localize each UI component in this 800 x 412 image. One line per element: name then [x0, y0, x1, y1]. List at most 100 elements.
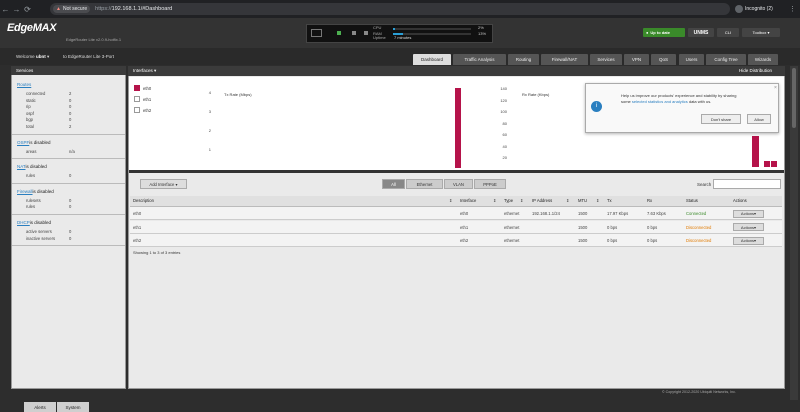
- welcome-user[interactable]: Welcome ubnt ▾: [16, 54, 49, 60]
- tab-firewall-nat[interactable]: Firewall/NAT: [541, 54, 588, 65]
- legend-eth1[interactable]: eth1: [134, 96, 151, 102]
- ospf-status: is disabled: [29, 139, 51, 145]
- browser-menu-icon[interactable]: ⋮: [789, 5, 796, 13]
- actions-button[interactable]: Actions ▾: [733, 223, 764, 231]
- cell-rx: 7.63 Kbps: [647, 211, 666, 216]
- routes-stat-label: connected: [26, 91, 46, 96]
- cell-tx: 0 bps: [607, 238, 618, 243]
- cell-rx: 0 bps: [647, 238, 658, 243]
- firewall-link[interactable]: Firewall: [17, 189, 33, 194]
- url-text[interactable]: https://192.168.1.1/#Dashboard: [95, 6, 172, 12]
- tab-config-tree[interactable]: Config Tree: [706, 54, 746, 65]
- sort-icon[interactable]: ⇕: [449, 198, 453, 203]
- cell-description: eth2: [133, 238, 142, 243]
- section-divider: [12, 182, 125, 184]
- section-divider: [12, 214, 125, 215]
- column-header[interactable]: Type: [504, 198, 513, 203]
- sort-icon[interactable]: ⇕: [493, 198, 497, 203]
- analytics-link[interactable]: selected statistics and analytics: [632, 99, 688, 104]
- legend-eth0[interactable]: eth0: [134, 85, 151, 91]
- tab-wizards[interactable]: Wizards: [748, 54, 778, 65]
- dhcp-link[interactable]: DHCP: [17, 220, 30, 225]
- routes-stat-value: 0: [69, 97, 72, 103]
- filter-all[interactable]: All: [382, 179, 405, 189]
- actions-button[interactable]: Actions ▾: [733, 209, 764, 218]
- tx-tick: 4: [208, 90, 211, 95]
- column-header[interactable]: Rx: [647, 198, 652, 203]
- allow-button[interactable]: Allow: [747, 114, 771, 124]
- filter-ethernet[interactable]: Ethernet: [406, 179, 443, 189]
- column-header[interactable]: Description: [133, 198, 154, 203]
- tab-vpn[interactable]: VPN: [624, 54, 649, 65]
- dhcp-stat-value: 0: [69, 229, 72, 234]
- rx-bar-eth0: [752, 136, 759, 167]
- cell-mtu: 1500: [578, 238, 588, 243]
- forward-icon[interactable]: →: [11, 5, 22, 14]
- ram-value: 13%: [478, 31, 487, 36]
- chevron-down-icon: ▾: [754, 224, 757, 230]
- column-header[interactable]: Tx: [607, 198, 612, 203]
- panel-divider[interactable]: [129, 170, 784, 173]
- dont-share-button[interactable]: Don't share: [701, 114, 741, 124]
- tab-traffic-analysis[interactable]: Traffic Analysis: [453, 54, 506, 65]
- ospf-stat-value: n/a: [69, 148, 75, 154]
- table-row: [130, 207, 782, 220]
- legend-swatch: [134, 96, 140, 102]
- interfaces-dropdown[interactable]: Interfaces ▾: [133, 68, 156, 74]
- url-scheme: https://: [95, 6, 112, 12]
- hide-distribution-link[interactable]: Hide Distribution: [739, 68, 772, 73]
- add-interface-button[interactable]: Add Interface ▾: [140, 179, 187, 189]
- column-header[interactable]: MTU: [578, 198, 587, 203]
- column-header[interactable]: Interface: [460, 198, 476, 203]
- ospf-link[interactable]: OSPF: [17, 140, 29, 145]
- actions-button[interactable]: Actions ▾: [733, 236, 764, 245]
- rx-tick: 40: [502, 143, 507, 149]
- back-icon[interactable]: ←: [0, 5, 11, 14]
- column-header[interactable]: Actions: [733, 198, 747, 203]
- legend-eth2[interactable]: eth2: [134, 107, 151, 113]
- tab-users[interactable]: Users: [679, 54, 704, 65]
- bottom-tab-alerts[interactable]: Alerts: [24, 402, 56, 412]
- tab-services[interactable]: Services: [590, 54, 622, 65]
- cell-type: ethernet: [504, 238, 520, 243]
- sort-icon[interactable]: ⇕: [596, 198, 600, 203]
- bottom-tab-system[interactable]: System: [57, 402, 89, 412]
- scrollbar[interactable]: [790, 66, 798, 400]
- section-firewall: Firewallis disabled: [17, 189, 54, 194]
- chevron-down-icon: ▾: [754, 238, 757, 243]
- cell-status: Connected: [686, 211, 707, 216]
- filter-vlan[interactable]: VLAN: [444, 179, 473, 189]
- cell-mtu: 1500: [578, 211, 588, 216]
- firewall-stat-label: rulesets: [26, 197, 41, 203]
- tab-qos[interactable]: QoS: [651, 54, 676, 65]
- routes-link[interactable]: Routes: [17, 82, 31, 87]
- toolbox-button[interactable]: Toolbox ▾: [742, 28, 780, 37]
- filter-pppoe[interactable]: PPPoE: [474, 179, 506, 189]
- welcome-label: Welcome: [16, 54, 35, 59]
- address-bar[interactable]: ▲ Not secure https://192.168.1.1/#Dashboa…: [50, 3, 730, 15]
- sort-icon[interactable]: ⇕: [566, 198, 570, 203]
- sort-icon[interactable]: ⇕: [520, 198, 524, 203]
- nat-link[interactable]: NAT: [17, 164, 26, 169]
- legend-label: eth2: [143, 107, 152, 113]
- column-header[interactable]: Status: [686, 198, 698, 203]
- close-icon[interactable]: ×: [774, 85, 777, 91]
- security-chip[interactable]: ▲ Not secure: [53, 5, 91, 13]
- incognito-indicator[interactable]: Incognito (2): [735, 3, 773, 15]
- search-input[interactable]: [713, 179, 781, 189]
- reload-icon[interactable]: ⟳: [22, 5, 33, 14]
- cli-button[interactable]: CLI: [717, 28, 739, 37]
- section-nat: NATis disabled: [17, 164, 47, 169]
- cell-tx: 17.97 Kbps: [607, 211, 629, 216]
- column-header[interactable]: IP Address: [532, 198, 552, 203]
- section-divider: [12, 158, 125, 160]
- unms-label: UNMS: [693, 29, 709, 36]
- tab-routing[interactable]: Routing: [508, 54, 539, 65]
- up-to-date-label: Up to date: [650, 30, 670, 35]
- tab-dashboard[interactable]: Dashboard: [413, 54, 451, 65]
- up-to-date-button[interactable]: ● Up to date: [643, 28, 685, 37]
- unms-button[interactable]: UNMS: [688, 28, 714, 37]
- not-secure-label: Not secure: [62, 6, 88, 12]
- uptime-label: Uptime: [373, 35, 386, 40]
- analytics-popup: [585, 83, 779, 133]
